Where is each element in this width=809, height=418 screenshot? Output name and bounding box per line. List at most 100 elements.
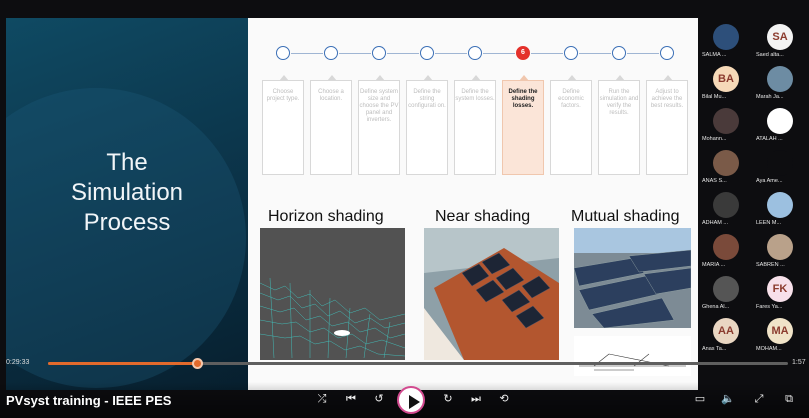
shuffle-icon[interactable]: ⤮ xyxy=(314,391,330,407)
avatar xyxy=(713,234,739,260)
participant-name: Bilal Mu... xyxy=(702,94,727,100)
video-title: PVsyst training - IEEE PES xyxy=(6,393,172,408)
step-box-pointer xyxy=(471,75,481,81)
step-connector xyxy=(483,53,515,54)
play-icon xyxy=(409,395,420,409)
avatar: SA xyxy=(767,24,793,50)
step-label: Choose a location. xyxy=(318,89,344,102)
step-box-7: Define economic factors. xyxy=(550,75,592,175)
step-connector xyxy=(339,53,371,54)
participant-tile[interactable]: Ghena Al... xyxy=(700,274,754,316)
step-label: Define the shading losses. xyxy=(508,89,538,109)
horizon-shading-title: Horizon shading xyxy=(268,208,384,225)
slide-title-line-1: The xyxy=(106,149,148,176)
participant-tile[interactable]: BA Bilal Mu... xyxy=(700,64,754,106)
participant-tile[interactable]: Mohann... xyxy=(700,106,754,148)
step-box-pointer xyxy=(375,75,385,81)
step-box-8: Run the simulation and verify the result… xyxy=(598,75,640,175)
step-label: Define system size and choose the PV pan… xyxy=(359,89,399,123)
seek-bar-handle[interactable] xyxy=(192,358,204,369)
participant-tile[interactable]: FK Fares Ya... xyxy=(754,274,808,316)
avatar xyxy=(767,108,793,134)
participant-name: MOHAM... xyxy=(756,346,782,352)
participant-name: MARIA ... xyxy=(702,262,726,268)
participant-name: Aya Ame... xyxy=(756,178,783,184)
step-connector xyxy=(531,53,563,54)
play-button[interactable] xyxy=(397,386,425,414)
step-connector xyxy=(627,53,659,54)
participant-name: ATALAH ... xyxy=(756,136,783,142)
step-label: Choose project type. xyxy=(266,89,300,102)
step-box-pointer xyxy=(519,75,529,81)
step-marker-6: 6 xyxy=(516,46,530,60)
participant-tile[interactable]: SA Saed alta... xyxy=(754,22,808,64)
mutual-shading-title: Mutual shading xyxy=(571,208,680,225)
avatar: AA xyxy=(713,318,739,344)
step-connector xyxy=(579,53,611,54)
participant-tile[interactable]: MA MOHAM... xyxy=(754,316,808,358)
forward-30-icon[interactable]: ↻ xyxy=(440,391,456,407)
step-label: Adjust to achieve the best results. xyxy=(650,89,684,109)
participant-tile[interactable]: Marah Ja... xyxy=(754,64,808,106)
participant-name: Ghena Al... xyxy=(702,304,730,310)
near-shading-image xyxy=(424,228,559,360)
step-box-pointer xyxy=(663,75,673,81)
participant-tile[interactable]: ADHAM ... xyxy=(700,190,754,232)
step-marker-8 xyxy=(612,46,626,60)
step-marker-2 xyxy=(324,46,338,60)
participant-tile[interactable]: AA Anas Ta... xyxy=(700,316,754,358)
participant-name: ANAS S... xyxy=(702,178,727,184)
participant-name: Mohann... xyxy=(702,136,727,142)
avatar: FK xyxy=(767,276,793,302)
step-box-pointer xyxy=(567,75,577,81)
participant-name: Fares Ya... xyxy=(756,304,783,310)
step-box-1: Choose project type. xyxy=(262,75,304,175)
step-box-2: Choose a location. xyxy=(310,75,352,175)
step-box-pointer xyxy=(423,75,433,81)
participant-tile[interactable]: SALMA ... xyxy=(700,22,754,64)
next-icon[interactable]: ⏭ xyxy=(468,391,484,407)
participant-tile[interactable]: ANAS S... xyxy=(700,148,754,190)
avatar xyxy=(713,276,739,302)
seek-bar[interactable] xyxy=(48,358,788,369)
video-stage: The Simulation Process Choose project ty… xyxy=(0,0,809,418)
step-box-6: Define the shading losses. xyxy=(502,75,544,175)
rewind-10-icon[interactable]: ↺ xyxy=(371,391,387,407)
avatar xyxy=(767,66,793,92)
avatar xyxy=(713,192,739,218)
captions-icon[interactable]: ▭ xyxy=(692,391,708,407)
step-box-pointer xyxy=(615,75,625,81)
previous-icon[interactable]: ⏮ xyxy=(343,391,359,407)
participants-panel: SALMA ... SA Saed alta... BA Bilal Mu... Mara… xyxy=(700,18,809,358)
step-marker-4 xyxy=(420,46,434,60)
step-box-pointer xyxy=(279,75,289,81)
step-connector xyxy=(435,53,467,54)
avatar: BA xyxy=(713,66,739,92)
avatar: MA xyxy=(767,318,793,344)
volume-icon[interactable]: 🔈 xyxy=(720,391,736,407)
participant-tile[interactable]: SABREN ... xyxy=(754,232,808,274)
participant-tile[interactable]: Aya Ame... xyxy=(754,148,808,190)
slide-title-panel: The Simulation Process xyxy=(6,18,248,390)
participant-tile[interactable]: ATALAH ... xyxy=(754,106,808,148)
avatar xyxy=(767,234,793,260)
participant-name: ADHAM ... xyxy=(702,220,728,226)
repeat-off-icon[interactable]: ⟲ xyxy=(496,391,512,407)
participant-name: SALMA ... xyxy=(702,52,727,58)
step-box-4: Define the string configurati on. xyxy=(406,75,448,175)
slide-title-line-3: Process xyxy=(83,209,171,236)
step-marker-5 xyxy=(468,46,482,60)
avatar xyxy=(713,108,739,134)
current-time: 0:29:33 xyxy=(6,359,30,366)
step-box-5: Define the system losses. xyxy=(454,75,496,175)
picture-in-picture-icon[interactable]: ⧉ xyxy=(781,391,797,407)
participant-name: Marah Ja... xyxy=(756,94,784,100)
step-label: Define the system losses. xyxy=(455,89,495,102)
step-box-3: Define system size and choose the PV pan… xyxy=(358,75,400,175)
participant-tile[interactable]: LEEN M... xyxy=(754,190,808,232)
decorative-circle xyxy=(6,88,246,388)
step-marker-3 xyxy=(372,46,386,60)
slide-title: The Simulation Process xyxy=(6,148,248,238)
participant-tile[interactable]: MARIA ... xyxy=(700,232,754,274)
fullscreen-icon[interactable]: ⤢ xyxy=(751,391,767,407)
